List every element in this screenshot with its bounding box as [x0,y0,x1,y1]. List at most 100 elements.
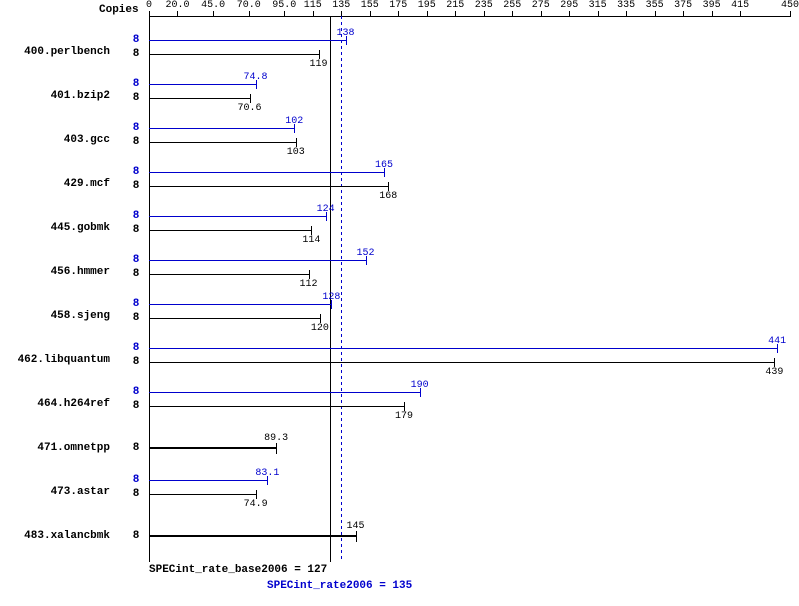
copies-peak: 8 [128,122,144,134]
copies-header: Copies [99,4,139,16]
x-tick-label: 70.0 [237,0,261,11]
peak-bar [149,304,331,305]
peak-bar [149,172,384,173]
base-cap [250,94,251,103]
peak-value: 138 [337,28,355,39]
base-cap [388,182,389,191]
specint-peak-line [341,16,342,562]
base-bar [149,142,296,143]
peak-value: 190 [411,380,429,391]
x-tick [213,11,214,17]
x-tick [740,11,741,17]
base-value: 74.9 [244,499,268,510]
peak-bar [149,84,256,85]
benchmark-label: 429.mcf [0,178,110,190]
base-bar [149,406,404,407]
peak-value: 441 [768,336,786,347]
copies-peak: 8 [128,474,144,486]
x-tick-label: 175 [389,0,407,11]
x-tick [598,11,599,17]
benchmark-label: 471.omnetpp [0,442,110,454]
base-bar [149,362,774,363]
x-tick-label: 20.0 [165,0,189,11]
x-tick [655,11,656,17]
x-tick [149,11,150,17]
base-value: 112 [300,279,318,290]
x-tick-label: 95.0 [272,0,296,11]
x-tick-label: 355 [646,0,664,11]
x-axis [149,16,790,17]
peak-bar [149,392,420,393]
copies-base: 8 [128,48,144,60]
copies-base: 8 [128,268,144,280]
base-value: 145 [347,521,365,532]
x-tick [484,11,485,17]
x-tick [541,11,542,17]
x-tick-label: 135 [332,0,350,11]
base-cap [404,402,405,411]
base-cap [311,226,312,235]
peak-value: 74.8 [244,72,268,83]
peak-bar [149,348,777,349]
benchmark-label: 464.h264ref [0,398,110,410]
copies-peak: 8 [128,298,144,310]
copies-base: 8 [128,400,144,412]
base-cap [276,443,277,454]
benchmark-label: 483.xalancbmk [0,530,110,542]
peak-value: 152 [356,248,374,259]
peak-value: 124 [317,204,335,215]
x-tick-label: 295 [560,0,578,11]
spec-chart: Copies 020.045.070.095.01151351551751952… [0,0,799,606]
base-bar [149,535,356,537]
base-value: 179 [395,411,413,422]
benchmark-label: 473.astar [0,486,110,498]
peak-bar [149,260,366,261]
benchmark-label: 458.sjeng [0,310,110,322]
copies-base: 8 [128,530,144,542]
copies-peak: 8 [128,34,144,46]
copies-base: 8 [128,442,144,454]
specint-peak-label: SPECint_rate2006 = 135 [267,580,412,592]
x-tick-label: 195 [418,0,436,11]
x-tick [712,11,713,17]
x-tick-label: 235 [475,0,493,11]
x-tick [177,11,178,17]
base-bar [149,230,311,231]
copies-base: 8 [128,224,144,236]
copies-peak: 8 [128,78,144,90]
base-bar [149,318,320,319]
base-bar [149,447,276,449]
copies-peak: 8 [128,254,144,266]
base-cap [356,531,357,542]
base-bar [149,54,319,55]
base-cap [320,314,321,323]
copies-base: 8 [128,356,144,368]
copies-base: 8 [128,488,144,500]
base-bar [149,494,256,495]
copies-peak: 8 [128,386,144,398]
x-tick [427,11,428,17]
base-cap [296,138,297,147]
peak-bar [149,216,326,217]
x-tick [512,11,513,17]
x-tick [249,11,250,17]
copies-peak: 8 [128,342,144,354]
peak-value: 128 [322,292,340,303]
base-value: 114 [302,235,320,246]
copies-peak: 8 [128,210,144,222]
base-bar [149,186,388,187]
peak-bar [149,480,267,481]
x-tick-label: 275 [532,0,550,11]
base-value: 168 [379,191,397,202]
x-tick-label: 450 [781,0,799,11]
base-value: 89.3 [264,433,288,444]
benchmark-label: 400.perlbench [0,46,110,58]
copies-peak: 8 [128,166,144,178]
base-cap [256,490,257,499]
x-tick [370,11,371,17]
x-tick-label: 255 [503,0,521,11]
x-tick-label: 45.0 [201,0,225,11]
x-tick-label: 215 [446,0,464,11]
x-tick [626,11,627,17]
peak-value: 83.1 [255,468,279,479]
